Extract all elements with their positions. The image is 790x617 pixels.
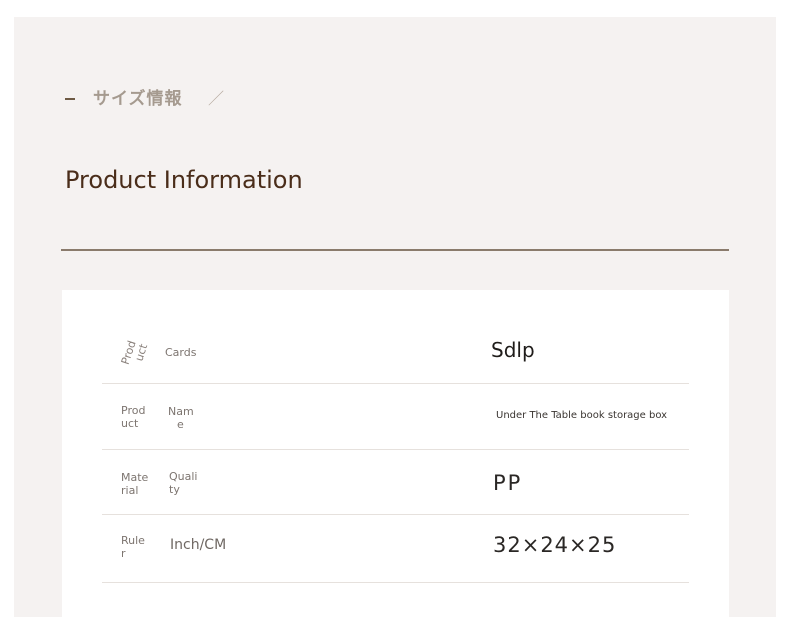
page-title: Product Information bbox=[65, 166, 303, 194]
row2-label-b-line2: e bbox=[177, 418, 184, 431]
row4-value: 32×24×25 bbox=[493, 533, 617, 557]
row4-label-b: Inch/CM bbox=[170, 537, 227, 553]
section-slash: ／ bbox=[208, 89, 225, 108]
row3-label-b: Quali ty bbox=[169, 470, 197, 496]
section-title-jp: サイズ情報 bbox=[93, 89, 183, 109]
title-divider bbox=[61, 249, 729, 251]
row2-label-a-line1: Prod bbox=[121, 404, 146, 417]
row-divider bbox=[102, 383, 689, 384]
row-divider bbox=[102, 449, 689, 450]
row1-value: Sdlp bbox=[491, 338, 535, 362]
row3-label-b-line2: ty bbox=[169, 483, 180, 496]
row3-label-a: Mate rial bbox=[121, 471, 148, 497]
row-divider bbox=[102, 582, 689, 583]
row1-label-b: Cards bbox=[165, 346, 197, 359]
row-divider bbox=[102, 514, 689, 515]
row3-label-b-line1: Quali bbox=[169, 470, 198, 483]
row4-label-a-line1: Rule bbox=[121, 534, 145, 547]
section-dash bbox=[65, 98, 75, 100]
row3-label-a-line1: Mate bbox=[121, 471, 149, 484]
spec-card bbox=[62, 290, 729, 617]
row2-label-a-line2: uct bbox=[121, 417, 139, 430]
row4-label-a: Rule r bbox=[121, 534, 145, 560]
row4-label-a-line2: r bbox=[121, 547, 126, 560]
row3-label-a-line2: rial bbox=[121, 484, 139, 497]
row2-value: Under The Table book storage box bbox=[496, 410, 668, 421]
row2-label-a: Prod uct bbox=[121, 404, 145, 430]
row3-value: PP bbox=[493, 471, 523, 495]
row2-label-b: Nam e bbox=[168, 405, 194, 431]
row2-label-b-line1: Nam bbox=[168, 405, 194, 418]
